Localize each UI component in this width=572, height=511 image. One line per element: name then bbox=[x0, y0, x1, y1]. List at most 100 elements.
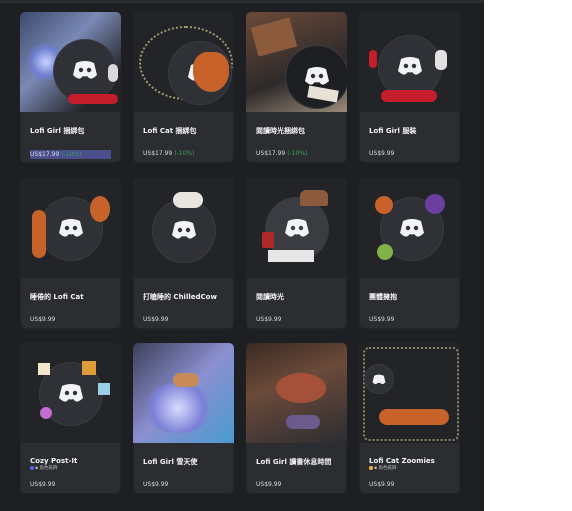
card-art bbox=[246, 12, 347, 112]
lights-decoration bbox=[363, 347, 459, 441]
headphones-decoration bbox=[286, 415, 320, 429]
price-value: US$9.99 bbox=[256, 316, 282, 323]
scarf-decoration bbox=[68, 94, 118, 104]
card-title: Lofi Girl 讀書休息時間 bbox=[256, 458, 332, 466]
card-price: US$9.99 bbox=[143, 481, 168, 488]
card-title: Lofi Girl 雪天使 bbox=[143, 458, 198, 466]
discord-logo-icon bbox=[305, 67, 329, 85]
card-price: US$17.99 (-10%) bbox=[30, 150, 112, 159]
cat-decoration bbox=[375, 196, 393, 214]
card-subtitle: ▪ 角色裝飾 bbox=[369, 465, 396, 471]
shop-card-lofi-girl-snow-angel[interactable]: Lofi Girl 雪天使 US$9.99 bbox=[133, 343, 234, 494]
card-art bbox=[133, 343, 234, 443]
price-value: US$9.99 bbox=[143, 481, 169, 488]
discord-logo-icon bbox=[172, 221, 196, 239]
discord-logo-icon bbox=[59, 384, 83, 402]
card-title: 閱讀時光 bbox=[256, 293, 284, 301]
shop-card-lofi-cat-bundle[interactable]: Lofi Cat 捆綁包 US$17.99 (-10%) bbox=[133, 12, 234, 163]
card-price: US$9.99 bbox=[30, 316, 55, 323]
card-art bbox=[359, 12, 460, 112]
headphones-decoration bbox=[369, 50, 377, 68]
card-art bbox=[20, 12, 121, 112]
paper-decoration bbox=[268, 250, 314, 262]
avatar bbox=[379, 36, 441, 98]
price-value: US$9.99 bbox=[256, 481, 282, 488]
card-title: Lofi Girl 服裝 bbox=[369, 127, 417, 135]
shop-card-group-hug[interactable]: 團體擁抱 US$9.99 bbox=[359, 178, 460, 329]
discord-logo-icon bbox=[398, 57, 422, 75]
cup-decoration bbox=[262, 232, 274, 248]
shop-panel: Lofi Girl 捆綁包 US$17.99 (-10%) Lofi Cat 捆綁… bbox=[0, 0, 484, 511]
sticker-decoration bbox=[40, 407, 52, 419]
cat-decoration bbox=[425, 194, 445, 214]
price-value: US$9.99 bbox=[30, 316, 56, 323]
price-value: US$9.99 bbox=[369, 150, 395, 157]
shop-card-lofi-girl-study-break[interactable]: Lofi Girl 讀書休息時間 US$9.99 bbox=[246, 343, 347, 494]
shop-card-reading-time[interactable]: 閱讀時光 US$9.99 bbox=[246, 178, 347, 329]
cat-decoration bbox=[193, 52, 229, 92]
card-title: Lofi Girl 捆綁包 bbox=[30, 127, 85, 135]
card-title: 打瞌睡的 ChilledCow bbox=[143, 293, 217, 301]
price-value: US$17.99 bbox=[143, 150, 173, 157]
top-strip bbox=[0, 0, 484, 3]
discount-value: (-10%) bbox=[61, 151, 82, 158]
card-art bbox=[133, 178, 234, 278]
card-art bbox=[246, 343, 347, 443]
avatar-dot-icon bbox=[369, 465, 373, 470]
character-decoration bbox=[173, 373, 199, 387]
frog-decoration bbox=[377, 244, 393, 260]
card-art bbox=[133, 12, 234, 112]
price-value: US$9.99 bbox=[369, 316, 395, 323]
shop-card-lofi-cat-zoomies[interactable]: Lofi Cat Zoomies ▪ 角色裝飾 US$9.99 bbox=[359, 343, 460, 494]
discord-logo-icon bbox=[400, 219, 424, 237]
discord-logo-icon bbox=[59, 219, 83, 237]
cat-decoration bbox=[379, 409, 449, 425]
price-value: US$17.99 bbox=[30, 151, 60, 158]
card-title: 睡倦的 Lofi Cat bbox=[30, 293, 84, 301]
desk-decoration bbox=[276, 373, 326, 403]
card-price: US$9.99 bbox=[256, 316, 281, 323]
cat-decoration bbox=[90, 196, 110, 222]
cat-decoration bbox=[32, 210, 46, 258]
card-price: US$9.99 bbox=[143, 316, 168, 323]
card-price: US$9.99 bbox=[256, 481, 281, 488]
discord-logo-icon bbox=[285, 219, 309, 237]
headphones-decoration bbox=[435, 50, 447, 70]
shop-card-sleepy-lofi-cat[interactable]: 睡倦的 Lofi Cat US$9.99 bbox=[20, 178, 121, 329]
card-art bbox=[20, 178, 121, 278]
card-price: US$9.99 bbox=[30, 481, 55, 488]
sticker-decoration bbox=[98, 383, 110, 395]
shop-card-dozing-chilledcow[interactable]: 打瞌睡的 ChilledCow US$9.99 bbox=[133, 178, 234, 329]
cow-decoration bbox=[173, 192, 203, 208]
card-price: US$17.99 (-10%) bbox=[256, 150, 307, 157]
shop-card-lofi-girl-outfit[interactable]: Lofi Girl 服裝 US$9.99 bbox=[359, 12, 460, 163]
avatar-dot-icon bbox=[30, 465, 34, 470]
card-title: Cozy Post-It bbox=[30, 457, 78, 465]
price-value: US$9.99 bbox=[30, 481, 56, 488]
shop-card-lofi-girl-bundle[interactable]: Lofi Girl 捆綁包 US$17.99 (-10%) bbox=[20, 12, 121, 163]
shop-card-reading-bundle[interactable]: 閱讀時光捆綁包 US$17.99 (-10%) bbox=[246, 12, 347, 163]
headphones-decoration bbox=[108, 64, 118, 82]
shop-card-cozy-post-it[interactable]: Cozy Post-It ▪ 角色裝飾 US$9.99 bbox=[20, 343, 121, 494]
price-value: US$17.99 bbox=[256, 150, 286, 157]
price-value: US$9.99 bbox=[369, 481, 395, 488]
avatar bbox=[54, 40, 116, 102]
discord-logo-icon bbox=[372, 374, 386, 385]
price-value: US$9.99 bbox=[143, 316, 169, 323]
scarf-decoration bbox=[381, 90, 437, 102]
lamp-decoration bbox=[300, 190, 328, 206]
books-decoration bbox=[250, 17, 298, 57]
discount-value: (-10%) bbox=[287, 150, 308, 157]
card-art bbox=[246, 178, 347, 278]
snow-decoration bbox=[143, 383, 213, 433]
card-price: US$17.99 (-10%) bbox=[143, 150, 194, 157]
card-subtitle: ▪ 角色裝飾 bbox=[30, 465, 57, 471]
sticker-decoration bbox=[82, 361, 96, 375]
avatar bbox=[153, 200, 215, 262]
discount-value: (-10%) bbox=[174, 150, 195, 157]
discord-logo-icon bbox=[73, 61, 97, 79]
card-price: US$9.99 bbox=[369, 481, 394, 488]
card-price: US$9.99 bbox=[369, 316, 394, 323]
card-title: Lofi Cat 捆綁包 bbox=[143, 127, 197, 135]
card-price: US$9.99 bbox=[369, 150, 394, 157]
